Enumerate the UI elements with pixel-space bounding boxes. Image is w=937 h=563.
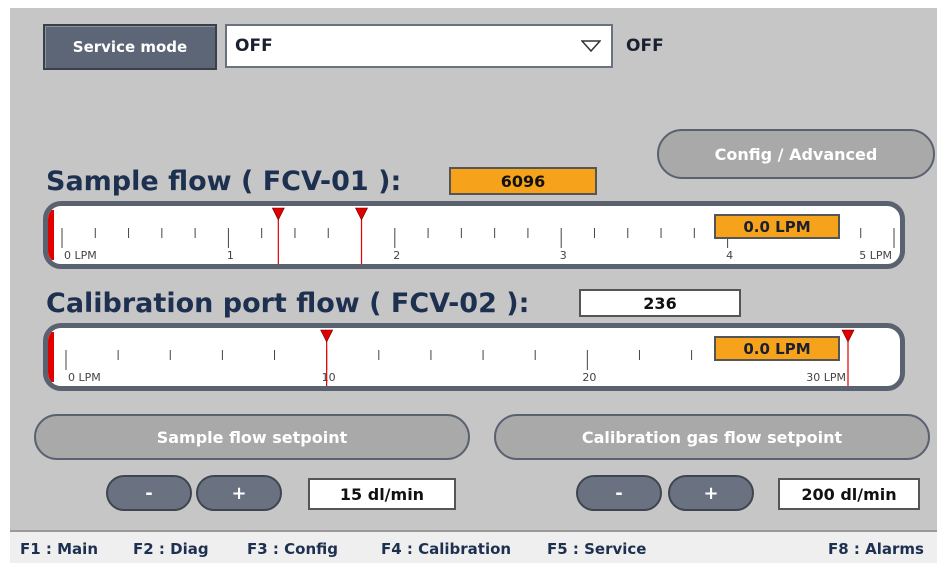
cal-setpoint-value[interactable]: 200 dl/min — [778, 478, 920, 510]
f8-alarms-key[interactable]: F8 : Alarms — [828, 540, 924, 558]
sample-flow-title: Sample flow ( FCV-01 ): — [46, 166, 402, 197]
cal-setpoint-plus-button[interactable]: + — [668, 475, 754, 511]
sample-flow-setpoint-button[interactable]: Sample flow setpoint — [34, 414, 470, 460]
tick-label: 1 — [227, 249, 234, 262]
sample-setpoint-minus-button[interactable]: - — [106, 475, 192, 511]
cal-flow-title: Calibration port flow ( FCV-02 ): — [46, 288, 530, 319]
sample-setpoint-value[interactable]: 15 dl/min — [308, 478, 456, 510]
f5-service-key[interactable]: F5 : Service — [547, 540, 647, 558]
setpoint-marker-icon — [355, 207, 369, 221]
f4-calibration-key[interactable]: F4 : Calibration — [381, 540, 511, 558]
service-mode-dropdown[interactable]: OFF — [225, 24, 613, 68]
cal-flow-readout: 0.0 LPM — [714, 336, 840, 361]
current-flow-bar — [48, 332, 54, 382]
setpoint-marker-icon — [841, 329, 855, 343]
tick-label: 20 — [582, 371, 596, 384]
setpoint-marker-icon — [271, 207, 285, 221]
tick-label: 4 — [726, 249, 733, 262]
sample-setpoint-plus-button[interactable]: + — [196, 475, 282, 511]
cal-gas-setpoint-button[interactable]: Calibration gas flow setpoint — [494, 414, 930, 460]
function-key-bar: F1 : Main F2 : Diag F3 : Config F4 : Cal… — [10, 530, 937, 563]
tick-label: 3 — [560, 249, 567, 262]
hmi-screen: Service mode OFF OFF Config / Advanced S… — [10, 8, 937, 530]
sample-flow-gauge: 0 LPM 1 2 3 4 5 LPM 0.0 LPM — [43, 201, 905, 269]
tick-label: 30 LPM — [806, 371, 846, 384]
f3-config-key[interactable]: F3 : Config — [247, 540, 338, 558]
tick-label: 2 — [393, 249, 400, 262]
f1-main-key[interactable]: F1 : Main — [20, 540, 98, 558]
cal-flow-value: 236 — [579, 289, 741, 317]
service-mode-status: OFF — [626, 36, 664, 56]
cal-setpoint-minus-button[interactable]: - — [576, 475, 662, 511]
setpoint-marker-icon — [320, 329, 334, 343]
cal-flow-gauge: 0 LPM 10 20 30 LPM 0.0 LPM — [43, 323, 905, 391]
tick-label: 0 LPM — [68, 371, 101, 384]
tick-label: 10 — [322, 371, 336, 384]
sample-flow-readout: 0.0 LPM — [714, 214, 840, 239]
f2-diag-key[interactable]: F2 : Diag — [133, 540, 209, 558]
service-mode-button[interactable]: Service mode — [43, 24, 217, 70]
chevron-down-icon — [571, 40, 611, 52]
dropdown-value: OFF — [235, 36, 273, 56]
sample-flow-value: 6096 — [449, 167, 597, 195]
tick-label: 5 LPM — [859, 249, 892, 262]
config-advanced-button[interactable]: Config / Advanced — [657, 129, 935, 179]
current-flow-bar — [48, 210, 54, 260]
tick-label: 0 LPM — [64, 249, 97, 262]
